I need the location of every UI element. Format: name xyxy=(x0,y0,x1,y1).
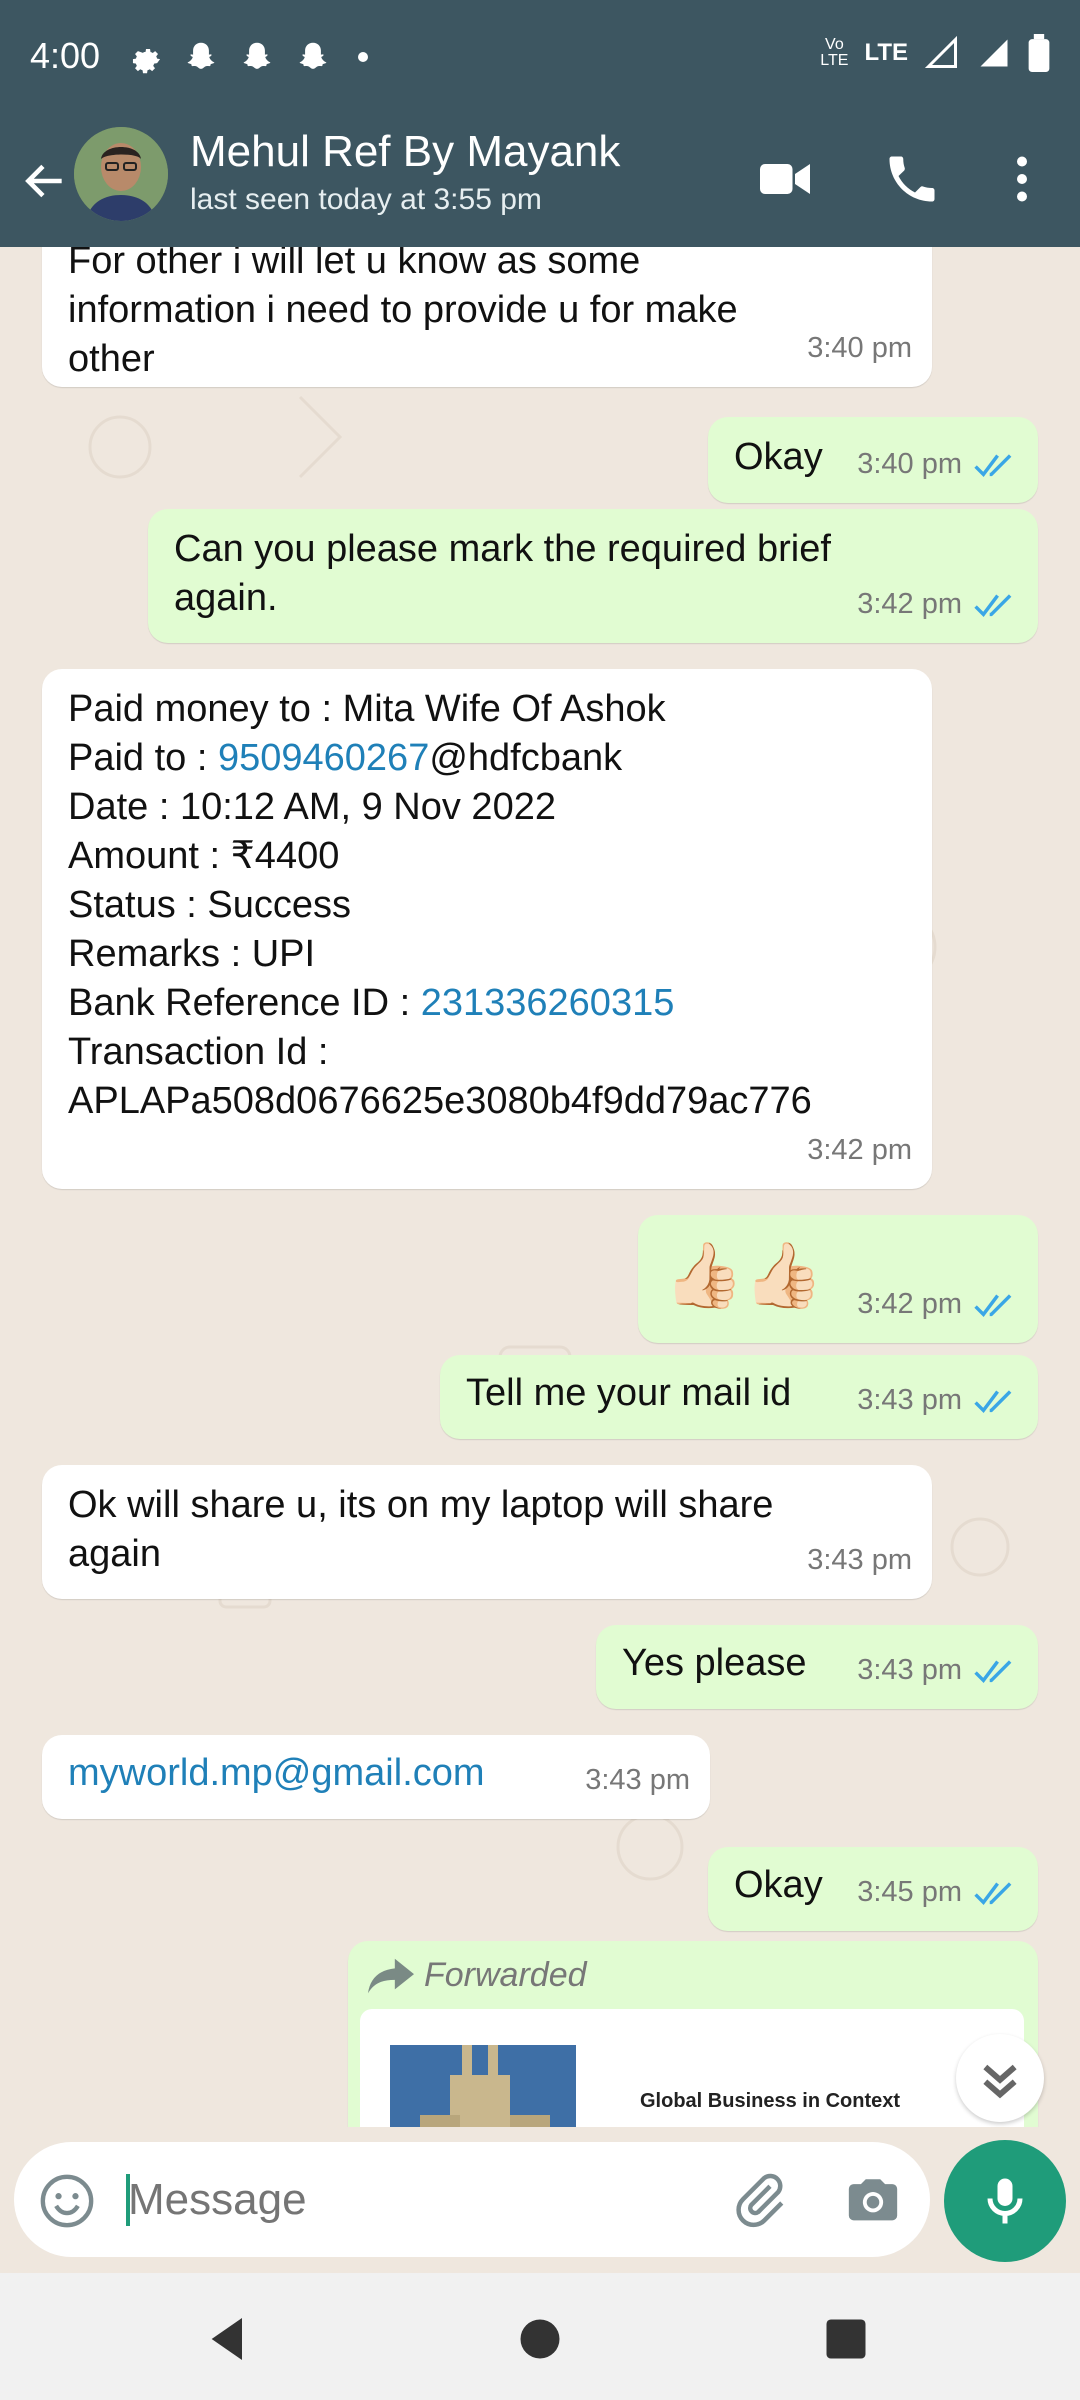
battery-icon xyxy=(1028,34,1050,72)
scroll-to-bottom-button[interactable] xyxy=(956,2034,1044,2122)
snapchat-icon xyxy=(243,42,271,69)
message-text: For other i will let u know as some info… xyxy=(68,247,738,380)
message-meta: 3:43 pm xyxy=(857,1646,1018,1695)
forwarded-label: Forwarded xyxy=(368,1951,587,2000)
message-meta: 3:43 pm xyxy=(857,1376,1018,1425)
signal-icon xyxy=(924,35,957,68)
payment-line: Transaction Id : xyxy=(68,1031,329,1073)
reference-link[interactable]: 231336260315 xyxy=(421,982,675,1024)
payment-line: Remarks : UPI xyxy=(68,933,316,975)
message-text: Paid money to : Mita Wife Of Ashok Paid … xyxy=(68,685,928,1126)
payment-line: Amount : ₹4400 xyxy=(68,835,340,877)
nav-back-icon[interactable] xyxy=(200,2311,256,2367)
message-outgoing[interactable]: Can you please mark the required brief a… xyxy=(148,509,1038,643)
more-notifications-dot-icon xyxy=(358,52,368,62)
message-meta: 3:42 pm xyxy=(807,1126,912,1175)
message-outgoing[interactable]: Okay 3:45 pm xyxy=(708,1847,1038,1931)
camera-icon[interactable] xyxy=(844,2172,902,2230)
read-receipt-icon xyxy=(974,1293,1012,1317)
read-receipt-icon xyxy=(974,593,1012,617)
read-receipt-icon xyxy=(974,1659,1012,1683)
emoji-message: 👍🏻👍🏻 xyxy=(664,1239,824,1311)
message-incoming[interactable]: Ok will share u, its on my laptop will s… xyxy=(42,1465,932,1599)
message-time: 3:43 pm xyxy=(857,1384,962,1416)
attach-icon[interactable] xyxy=(730,2170,790,2230)
message-incoming[interactable]: For other i will let u know as some info… xyxy=(42,247,932,387)
message-list[interactable]: For other i will let u know as some info… xyxy=(0,247,1080,2127)
message-input[interactable] xyxy=(126,2166,690,2234)
email-link[interactable]: myworld.mp@gmail.com xyxy=(68,1749,485,1798)
message-time: 3:42 pm xyxy=(857,588,962,620)
phone-icon[interactable] xyxy=(882,149,942,209)
message-time: 3:42 pm xyxy=(807,1134,912,1166)
status-bar: 4:00 Vo LTE LTE xyxy=(0,0,1080,115)
payment-line: Date : 10:12 AM, 9 Nov 2022 xyxy=(68,786,556,828)
avatar[interactable] xyxy=(74,127,168,221)
message-outgoing[interactable]: 👍🏻👍🏻 3:42 pm xyxy=(638,1215,1038,1343)
payment-line: Bank Reference ID : 231336260315 xyxy=(68,982,675,1024)
preview-title: Global Business in Context xyxy=(640,2090,901,2112)
read-receipt-icon xyxy=(974,1389,1012,1413)
message-meta: 3:40 pm xyxy=(857,440,1018,489)
message-meta: 3:43 pm xyxy=(807,1536,912,1585)
message-time: 3:40 pm xyxy=(807,332,912,364)
message-text: Yes please xyxy=(622,1642,807,1684)
payment-line: Paid to : 9509460267@hdfcbank xyxy=(68,737,623,779)
forwarded-message[interactable]: Forwarded Global Business in Context xyxy=(348,1941,1038,2127)
message-time: 3:42 pm xyxy=(857,1288,962,1320)
message-composer xyxy=(14,2142,930,2257)
system-nav-bar xyxy=(0,2273,1080,2400)
lte-label: LTE xyxy=(864,39,908,66)
message-meta: 3:42 pm xyxy=(857,1280,1018,1329)
message-text: Okay xyxy=(734,436,823,478)
payment-message[interactable]: Paid money to : Mita Wife Of Ashok Paid … xyxy=(42,669,932,1189)
status-time: 4:00 xyxy=(30,35,101,76)
nav-recents-icon[interactable] xyxy=(820,2313,872,2365)
chat-header: Mehul Ref By Mayank last seen today at 3… xyxy=(0,115,1080,247)
message-meta: 3:40 pm xyxy=(807,324,912,373)
message-meta: 3:45 pm xyxy=(857,1868,1018,1917)
message-meta: 3:43 pm xyxy=(585,1756,690,1805)
preview-thumbnail xyxy=(390,2045,576,2127)
forward-icon xyxy=(368,1958,414,1993)
volte-icon: Vo LTE xyxy=(820,36,849,69)
gear-icon xyxy=(132,49,161,74)
message-time: 3:43 pm xyxy=(807,1544,912,1576)
snapchat-icon xyxy=(299,42,327,69)
phone-link[interactable]: 9509460267 xyxy=(218,737,429,779)
emoji-icon[interactable] xyxy=(38,2172,96,2230)
back-arrow-icon[interactable] xyxy=(20,151,70,211)
payment-line: Paid money to : Mita Wife Of Ashok xyxy=(68,688,666,730)
link-preview-card[interactable]: Global Business in Context xyxy=(360,2009,1024,2127)
mic-icon xyxy=(987,2178,1023,2224)
read-receipt-icon xyxy=(974,1881,1012,1905)
message-time: 3:40 pm xyxy=(857,448,962,480)
last-seen-status: last seen today at 3:55 pm xyxy=(190,183,542,216)
message-text: Tell me your mail id xyxy=(466,1372,792,1414)
message-time: 3:45 pm xyxy=(857,1876,962,1908)
message-time: 3:43 pm xyxy=(585,1764,690,1796)
payment-line: Status : Success xyxy=(68,884,352,926)
payment-line: APLAPa508d0676625e3080b4f9dd79ac776 xyxy=(68,1080,812,1122)
message-outgoing[interactable]: Tell me your mail id 3:43 pm xyxy=(440,1355,1038,1439)
message-time: 3:43 pm xyxy=(857,1654,962,1686)
status-system-icons: Vo LTE LTE xyxy=(820,34,1050,72)
message-incoming[interactable]: myworld.mp@gmail.com 3:43 pm xyxy=(42,1735,710,1819)
voice-record-button[interactable] xyxy=(944,2140,1066,2262)
scroll-down-icon xyxy=(983,2064,1017,2099)
message-outgoing[interactable]: Yes please 3:43 pm xyxy=(596,1625,1038,1709)
message-text: Okay xyxy=(734,1864,823,1906)
more-options-icon[interactable] xyxy=(992,149,1052,209)
status-notification-icons xyxy=(128,38,368,76)
message-text: Ok will share u, its on my laptop will s… xyxy=(68,1484,774,1575)
contact-name[interactable]: Mehul Ref By Mayank xyxy=(190,127,620,177)
read-receipt-icon xyxy=(974,453,1012,477)
nav-home-icon[interactable] xyxy=(514,2313,566,2365)
video-call-icon[interactable] xyxy=(755,149,815,209)
snapchat-icon xyxy=(187,42,215,69)
signal-full-icon xyxy=(980,39,1008,67)
message-outgoing[interactable]: Okay 3:40 pm xyxy=(708,417,1038,503)
message-meta: 3:42 pm xyxy=(857,580,1018,629)
